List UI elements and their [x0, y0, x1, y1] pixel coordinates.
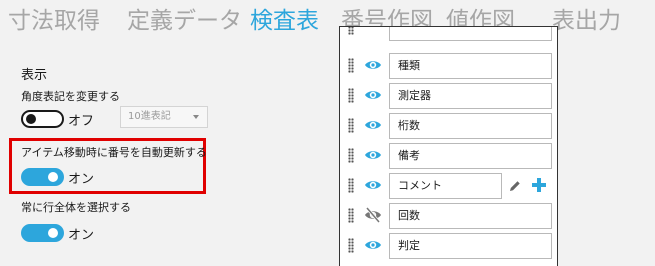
select-entire-row-label: 常に行全体を選択する: [21, 201, 131, 214]
eye-icon[interactable]: [364, 116, 382, 134]
pencil-icon[interactable]: [508, 179, 522, 193]
list-item: 桁数: [340, 111, 557, 141]
column-name-field[interactable]: 種類: [389, 53, 552, 79]
tab-table-output[interactable]: 表出力: [552, 6, 621, 36]
eye-icon[interactable]: [364, 56, 382, 74]
column-name-field[interactable]: 測定器: [389, 83, 552, 109]
list-item: [340, 27, 557, 43]
list-item: コメント: [340, 171, 557, 201]
drag-handle-icon[interactable]: [348, 208, 354, 223]
display-settings-panel: 表示 角度表記を変更する オフ 10進表記 アイテム移動時に番号を自動更新する …: [0, 44, 330, 251]
eye-icon[interactable]: [364, 176, 382, 194]
drag-handle-icon[interactable]: [348, 118, 354, 133]
select-entire-row-toggle[interactable]: [21, 224, 64, 242]
toggle-knob: [48, 228, 58, 238]
angle-notation-label: 角度表記を変更する: [21, 90, 120, 103]
column-name-field[interactable]: 回数: [389, 203, 552, 229]
tab-dimension-acquisition[interactable]: 寸法取得: [8, 6, 100, 36]
column-name-field[interactable]: [389, 27, 552, 41]
column-list-panel: 種類 測定器 桁数 備考 コメント 回数 判定: [339, 26, 558, 266]
column-name-field[interactable]: 備考: [389, 143, 552, 169]
column-name-field[interactable]: 判定: [389, 233, 552, 259]
list-item: 種類: [340, 51, 557, 81]
list-item: 測定器: [340, 81, 557, 111]
angle-notation-select[interactable]: 10進表記: [120, 106, 208, 128]
angle-notation-state: オフ: [68, 114, 95, 129]
auto-renumber-label: アイテム移動時に番号を自動更新する: [21, 146, 207, 159]
eye-off-icon[interactable]: [364, 206, 382, 224]
eye-icon[interactable]: [364, 86, 382, 104]
auto-renumber-state: オン: [68, 172, 95, 187]
list-item: 備考: [340, 141, 557, 171]
drag-handle-icon[interactable]: [348, 178, 354, 193]
tab-definition-data[interactable]: 定義データ: [127, 6, 242, 36]
toggle-knob: [26, 114, 36, 124]
section-title: 表示: [21, 68, 48, 83]
column-name-field[interactable]: 桁数: [389, 113, 552, 139]
drag-handle-icon[interactable]: [348, 58, 354, 73]
tab-inspection-table[interactable]: 検査表: [250, 6, 319, 36]
auto-renumber-toggle[interactable]: [21, 168, 64, 186]
eye-icon[interactable]: [364, 236, 382, 254]
chevron-down-icon: [193, 115, 199, 119]
select-entire-row-state: オン: [68, 228, 95, 243]
drag-handle-icon[interactable]: [348, 88, 354, 103]
plus-icon[interactable]: [531, 177, 547, 193]
list-item: 回数: [340, 201, 557, 231]
list-item: 判定: [340, 231, 557, 261]
angle-notation-toggle[interactable]: [21, 110, 64, 128]
angle-notation-select-value: 10進表記: [128, 111, 171, 122]
drag-handle-icon[interactable]: [348, 27, 354, 35]
drag-handle-icon[interactable]: [348, 148, 354, 163]
toggle-knob: [48, 172, 58, 182]
eye-icon[interactable]: [364, 146, 382, 164]
column-name-field[interactable]: コメント: [389, 173, 502, 199]
